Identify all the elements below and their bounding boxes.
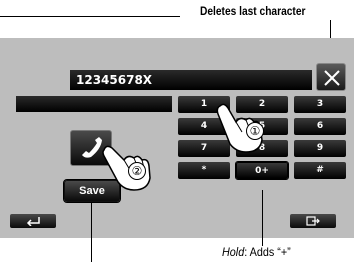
keypad-key[interactable]: 0+ (235, 161, 289, 180)
phone-dial-screen (0, 38, 354, 238)
save-leader-line (91, 202, 92, 262)
callout-2: ② (128, 162, 146, 180)
hold-leader-line (262, 190, 263, 246)
keypad-key[interactable]: 3 (294, 96, 346, 113)
phone-handset-icon (82, 137, 102, 158)
secondary-display (16, 96, 172, 112)
top-pointer-line (0, 16, 180, 17)
keypad-key[interactable]: * (178, 162, 230, 179)
number-display: 12345678X (70, 70, 312, 90)
return-arrow-icon (26, 217, 40, 226)
close-x-icon (324, 70, 340, 86)
delete-annotation: Deletes last character (200, 4, 306, 18)
callout-1: ① (246, 122, 264, 140)
exit-door-icon (306, 216, 320, 226)
exit-button[interactable] (290, 214, 336, 228)
keypad-key[interactable]: 6 (294, 118, 346, 135)
keypad-key[interactable]: 9 (294, 140, 346, 157)
keypad-key[interactable]: # (294, 162, 346, 179)
hold-prefix: Hold (222, 245, 245, 259)
hold-annotation: Hold: Adds “+” (222, 245, 291, 259)
delete-button[interactable] (316, 63, 346, 91)
hold-text: : Adds “+” (244, 245, 291, 259)
back-button[interactable] (10, 214, 56, 228)
